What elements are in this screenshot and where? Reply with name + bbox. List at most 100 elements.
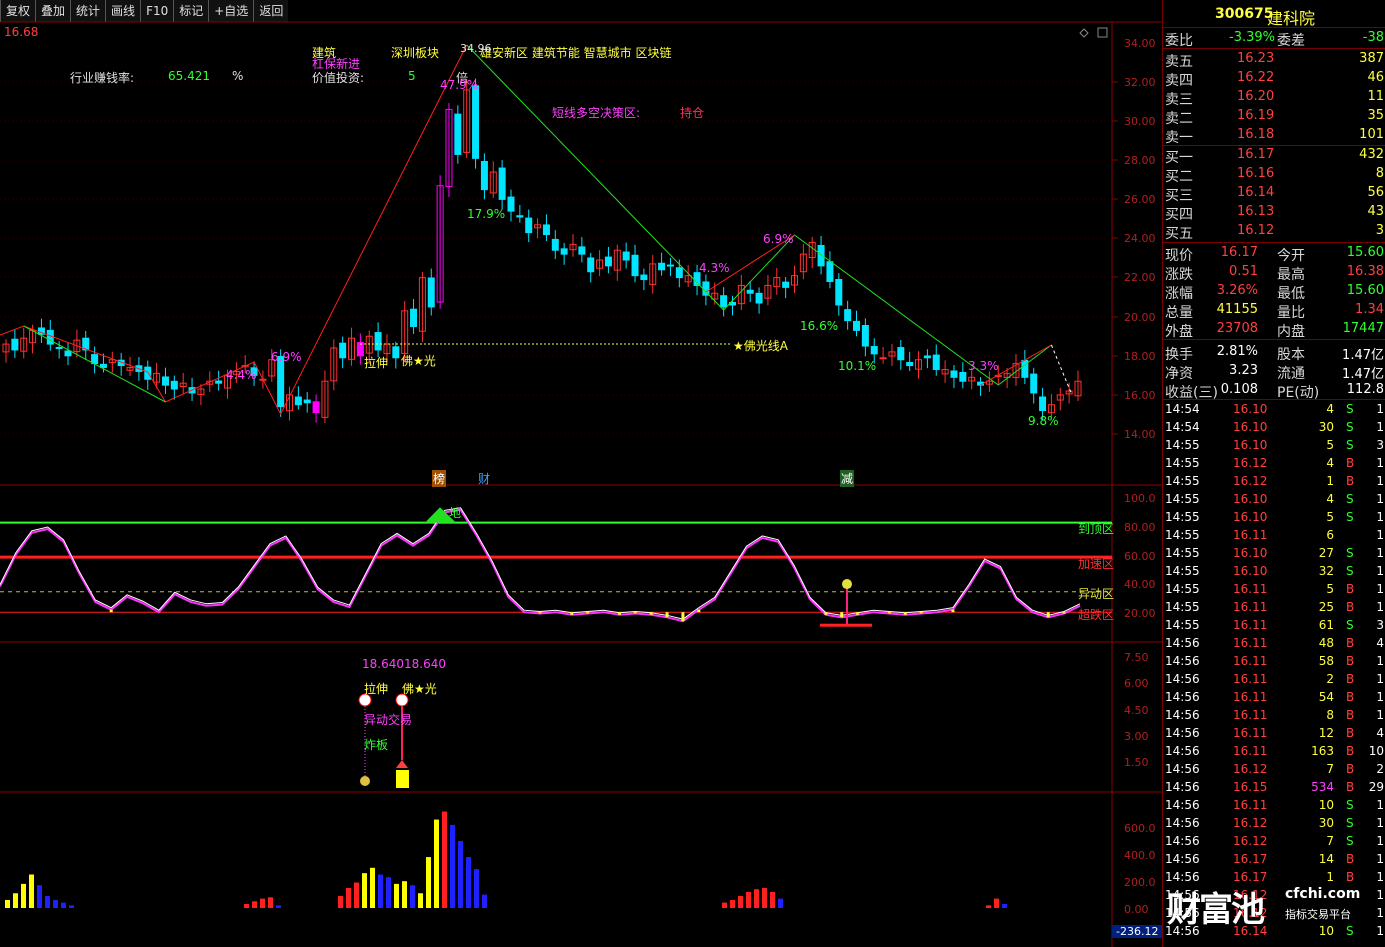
tick-time: 14:55 xyxy=(1165,456,1200,470)
order-book-row[interactable]: 卖四 16.22 46 xyxy=(1163,69,1385,89)
order-book-row[interactable]: 买三 16.14 56 xyxy=(1163,184,1385,204)
book-price: 16.18 xyxy=(1237,127,1275,142)
tick-volume: 7 xyxy=(1326,762,1334,776)
tick-row[interactable]: 14:55 16.12 4 B 1 xyxy=(1163,456,1385,475)
osc_axis-tick: 20.00 xyxy=(1124,607,1156,620)
volume-bar xyxy=(738,895,743,908)
tick-side: S xyxy=(1346,402,1354,416)
tick-count: 1 xyxy=(1376,528,1384,542)
weicha-value: -38 xyxy=(1362,30,1384,45)
order-book-row[interactable]: 卖三 16.20 11 xyxy=(1163,88,1385,108)
tick-row[interactable]: 14:55 16.10 4 S 1 xyxy=(1163,492,1385,511)
stat-label: 涨幅 xyxy=(1165,286,1193,302)
tick-row[interactable]: 14:56 16.12 30 S 1 xyxy=(1163,816,1385,835)
candle-body xyxy=(604,256,612,267)
tick-row[interactable]: 14:56 16.11 12 B 4 xyxy=(1163,726,1385,745)
tick-price: 16.12 xyxy=(1233,834,1268,848)
tick-time: 14:56 xyxy=(1165,708,1200,722)
weibi-value: -3.39% xyxy=(1229,30,1275,45)
order-book-row[interactable]: 买一 16.17 432 xyxy=(1163,146,1385,166)
concepts: 雄安新区 建筑节能 智慧城市 区块链 xyxy=(480,46,672,60)
pct-label-179: 17.9% xyxy=(467,207,506,221)
candle-body xyxy=(294,396,302,406)
tick-side: B xyxy=(1346,600,1355,614)
tick-row[interactable]: 14:55 16.12 1 B 1 xyxy=(1163,474,1385,493)
price_axis-tick: 30.00 xyxy=(1124,115,1156,128)
tick-volume: 163 xyxy=(1311,744,1334,758)
book-label: 买一 xyxy=(1165,150,1193,166)
sig_axis-tick: 4.50 xyxy=(1124,704,1149,717)
order-book-row[interactable]: 卖二 16.19 35 xyxy=(1163,107,1385,127)
tick-row[interactable]: 14:55 16.11 61 S 3 xyxy=(1163,618,1385,637)
candle-body xyxy=(46,329,54,345)
signal-foguang: 佛★光 xyxy=(401,354,436,368)
book-price: 16.20 xyxy=(1237,89,1275,104)
book-price: 16.12 xyxy=(1237,223,1275,238)
tick-row[interactable]: 14:54 16.10 4 S 1 xyxy=(1163,402,1385,421)
tick-row[interactable]: 14:56 16.17 14 B 1 xyxy=(1163,852,1385,871)
logo-sub: 指标交易平台 xyxy=(1285,908,1351,921)
tick-price: 16.10 xyxy=(1233,510,1268,524)
tick-row[interactable]: 14:55 16.10 5 S 3 xyxy=(1163,438,1385,457)
tick-row[interactable]: 14:56 16.12 7 S 1 xyxy=(1163,834,1385,853)
tick-row[interactable]: 14:55 16.11 6 1 xyxy=(1163,528,1385,547)
tick-time: 14:56 xyxy=(1165,744,1200,758)
tick-row[interactable]: 14:56 16.11 8 B 1 xyxy=(1163,708,1385,727)
tick-row[interactable]: 14:55 16.10 27 S 1 xyxy=(1163,546,1385,565)
tick-row[interactable]: 14:55 16.11 25 B 1 xyxy=(1163,600,1385,619)
price_axis-tick: 14.00 xyxy=(1124,428,1156,441)
tick-time: 14:56 xyxy=(1165,654,1200,668)
oscillator-line-white xyxy=(0,507,1081,620)
stat-value: 0.51 xyxy=(1229,264,1258,279)
stat-label: 外盘 xyxy=(1165,324,1193,340)
order-book-row[interactable]: 买五 16.12 3 xyxy=(1163,222,1385,242)
tick-price: 16.12 xyxy=(1233,474,1268,488)
book-label: 卖一 xyxy=(1165,130,1193,146)
candle-body xyxy=(542,224,550,236)
book-label: 买四 xyxy=(1165,207,1193,223)
tick-row[interactable]: 14:56 16.11 48 B 4 xyxy=(1163,636,1385,655)
tick-row[interactable]: 14:55 16.11 5 B 1 xyxy=(1163,582,1385,601)
tick-volume: 1 xyxy=(1326,474,1334,488)
tick-volume: 4 xyxy=(1326,402,1334,416)
tick-row[interactable]: 14:56 16.11 2 B 1 xyxy=(1163,672,1385,691)
chart-area[interactable] xyxy=(0,0,1162,947)
volume-bar xyxy=(362,873,367,908)
book-price: 16.22 xyxy=(1237,70,1275,85)
tick-row[interactable]: 14:56 16.11 163 B 10 xyxy=(1163,744,1385,763)
sector-region: 深圳板块 xyxy=(391,46,440,60)
quote-stat-row: 涨跌 0.51 最高 16.38 xyxy=(1163,263,1385,283)
tick-row[interactable]: 14:55 16.10 32 S 1 xyxy=(1163,564,1385,583)
volume-bar xyxy=(466,857,471,908)
tick-row[interactable]: 14:56 16.11 54 B 1 xyxy=(1163,690,1385,709)
tick-price: 16.11 xyxy=(1233,528,1268,542)
order-book-row[interactable]: 卖一 16.18 101 xyxy=(1163,126,1385,146)
order-book-row[interactable]: 买四 16.13 43 xyxy=(1163,203,1385,223)
tick-row[interactable]: 14:55 16.10 5 S 1 xyxy=(1163,510,1385,529)
trend-line-down xyxy=(466,44,1052,386)
signal-value: 18.64018.640 xyxy=(362,657,446,671)
tick-volume: 14 xyxy=(1318,852,1334,866)
tick-price: 16.11 xyxy=(1233,654,1268,668)
order-book-row[interactable]: 卖五 16.23 387 xyxy=(1163,50,1385,70)
tick-row[interactable]: 14:54 16.10 30 S 1 xyxy=(1163,420,1385,439)
volume-bar xyxy=(346,887,351,908)
volume-bar xyxy=(450,824,455,908)
candle-body xyxy=(277,356,285,408)
candle-body xyxy=(356,342,364,357)
short-term-label: 短线多空决策区: xyxy=(552,106,641,120)
signal-lashen-2: 拉伸 xyxy=(364,682,389,696)
tick-row[interactable]: 14:56 16.11 58 B 1 xyxy=(1163,654,1385,673)
tick-price: 16.17 xyxy=(1233,852,1268,866)
order-book-row[interactable]: 买二 16.16 8 xyxy=(1163,165,1385,185)
tick-side: B xyxy=(1346,456,1355,470)
tick-side: S xyxy=(1346,510,1354,524)
tick-row[interactable]: 14:56 16.15 534 B 29 xyxy=(1163,780,1385,799)
trend-line-up xyxy=(0,44,468,416)
tick-volume: 54 xyxy=(1318,690,1334,704)
tick-volume: 2 xyxy=(1326,672,1334,686)
tick-row[interactable]: 14:56 16.11 10 S 1 xyxy=(1163,798,1385,817)
tick-row[interactable]: 14:56 16.12 7 B 2 xyxy=(1163,762,1385,781)
volume-bar xyxy=(986,905,991,908)
signal-zhaban: 炸板 xyxy=(364,738,389,752)
